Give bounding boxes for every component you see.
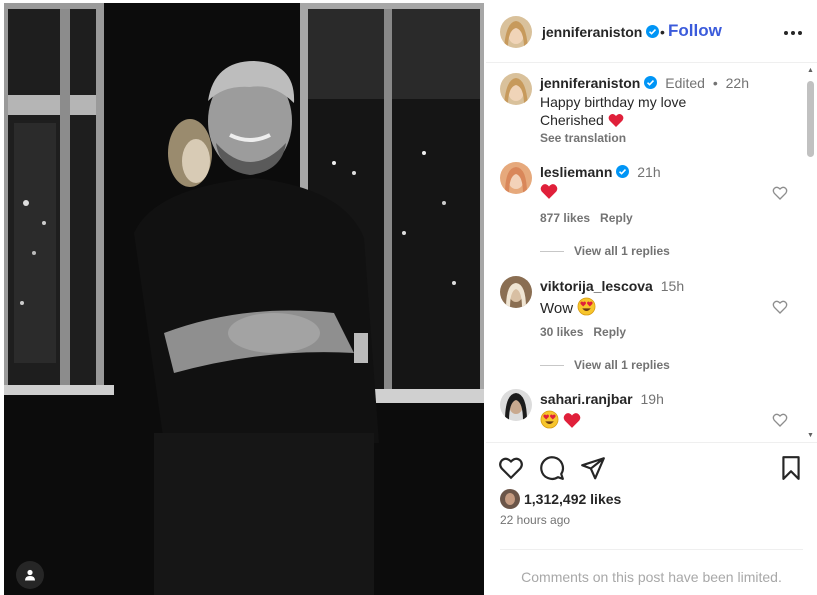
- user-tag-icon: [25, 569, 35, 581]
- follow-button[interactable]: Follow: [668, 21, 722, 41]
- caption-edited: Edited: [665, 75, 705, 91]
- comment-time[interactable]: 15h: [661, 278, 684, 294]
- caption-line-2: Cherished: [540, 112, 624, 128]
- caption-bullet: •: [712, 75, 718, 91]
- caption-avatar[interactable]: [500, 73, 532, 105]
- comment-text: Wow: [540, 297, 596, 317]
- likes-count[interactable]: 1,312,492 likes: [524, 491, 621, 507]
- comment-text: [540, 410, 581, 429]
- bookmark-icon[interactable]: [778, 455, 804, 481]
- comment-meta: 877 likes Reply: [540, 211, 633, 225]
- scroll-up-arrow-icon[interactable]: ▲: [806, 66, 815, 75]
- comment-likes[interactable]: 877 likes: [540, 211, 590, 225]
- author-username[interactable]: jenniferaniston: [542, 24, 660, 40]
- replies-divider: [540, 365, 564, 367]
- red-heart-emoji: [608, 113, 624, 127]
- comment-text: [540, 183, 558, 200]
- see-translation-link[interactable]: See translation: [540, 131, 626, 145]
- heart-icon[interactable]: [498, 455, 524, 481]
- caption-line-2-text: Cherished: [540, 112, 604, 128]
- comment-header: viktorija_lescova 15h: [540, 278, 684, 294]
- view-replies-label[interactable]: View all 1 replies: [574, 244, 670, 258]
- verified-badge-icon: [616, 165, 630, 178]
- comment-text-value: Wow: [540, 300, 574, 317]
- comment-like-icon[interactable]: [772, 299, 788, 315]
- caption-header: jenniferaniston Edited • 22h: [540, 75, 749, 91]
- view-replies-button[interactable]: View all 1 replies: [540, 358, 670, 372]
- footer-divider: [500, 549, 803, 550]
- caption-username[interactable]: jenniferaniston: [540, 75, 640, 91]
- commenter-avatar[interactable]: [500, 162, 532, 194]
- commenter-avatar[interactable]: [500, 389, 532, 421]
- comment-header: lesliemann 21h: [540, 164, 661, 180]
- view-replies-label[interactable]: View all 1 replies: [574, 358, 670, 372]
- comment-username[interactable]: viktorija_lescova: [540, 278, 653, 294]
- post-photo[interactable]: [4, 3, 484, 595]
- more-options-icon[interactable]: [781, 23, 805, 43]
- user-tag-button[interactable]: [16, 561, 44, 589]
- comment-item: sahari.ranjbar 19h: [486, 389, 806, 442]
- commenter-avatar-image: [500, 276, 532, 308]
- red-heart-emoji: [540, 184, 558, 199]
- comment-like-icon[interactable]: [772, 412, 788, 428]
- caption-line-1: Happy birthday my love: [540, 94, 687, 110]
- liker-avatar-image: [500, 489, 520, 509]
- red-heart-emoji: [563, 413, 581, 428]
- actions-divider: [486, 442, 817, 443]
- post-header: jenniferaniston • Follow: [486, 3, 817, 63]
- header-separator: •: [660, 24, 665, 40]
- author-username-text[interactable]: jenniferaniston: [542, 24, 642, 40]
- share-icon[interactable]: [580, 455, 606, 481]
- heart-eyes-emoji: [540, 410, 559, 429]
- reply-button[interactable]: Reply: [593, 325, 626, 339]
- verified-badge-icon: [646, 25, 660, 38]
- comment-likes[interactable]: 30 likes: [540, 325, 583, 339]
- author-avatar-image: [500, 16, 532, 48]
- commenter-avatar[interactable]: [500, 276, 532, 308]
- view-replies-button[interactable]: View all 1 replies: [540, 244, 670, 258]
- post-caption: jenniferaniston Edited • 22h Happy birth…: [486, 73, 806, 145]
- reply-button[interactable]: Reply: [600, 211, 633, 225]
- commenter-avatar-image: [500, 389, 532, 421]
- post-actions: [486, 453, 817, 483]
- comment-time[interactable]: 19h: [641, 391, 664, 407]
- post-panel: jenniferaniston • Follow jenniferaniston…: [486, 3, 817, 595]
- scrollbar-thumb[interactable]: [807, 81, 814, 157]
- comment-username[interactable]: lesliemann: [540, 164, 612, 180]
- post-image: [4, 3, 484, 595]
- heart-eyes-emoji: [577, 297, 596, 316]
- post-time[interactable]: 22 hours ago: [500, 513, 570, 527]
- comment-item: viktorija_lescova 15h Wow 30 likes Reply …: [486, 276, 806, 376]
- comment-like-icon[interactable]: [772, 185, 788, 201]
- author-avatar[interactable]: [500, 16, 532, 48]
- comment-meta: 30 likes Reply: [540, 325, 626, 339]
- comment-time[interactable]: 21h: [637, 164, 660, 180]
- caption-avatar-image: [500, 73, 532, 105]
- verified-badge-icon: [644, 76, 658, 89]
- comment-icon[interactable]: [539, 455, 565, 481]
- scroll-down-arrow-icon[interactable]: ▼: [806, 431, 815, 440]
- comments-scrollbar[interactable]: ▲ ▼: [806, 65, 815, 441]
- replies-divider: [540, 251, 564, 253]
- caption-time[interactable]: 22h: [726, 75, 749, 91]
- comments-limited-notice: Comments on this post have been limited.: [521, 569, 782, 585]
- comment-item: lesliemann 21h 877 likes Reply View all 1…: [486, 162, 806, 262]
- commenter-avatar-image: [500, 162, 532, 194]
- comments-list[interactable]: jenniferaniston Edited • 22h Happy birth…: [486, 64, 817, 442]
- liker-avatar[interactable]: [500, 489, 520, 509]
- comment-username[interactable]: sahari.ranjbar: [540, 391, 633, 407]
- comment-header: sahari.ranjbar 19h: [540, 391, 664, 407]
